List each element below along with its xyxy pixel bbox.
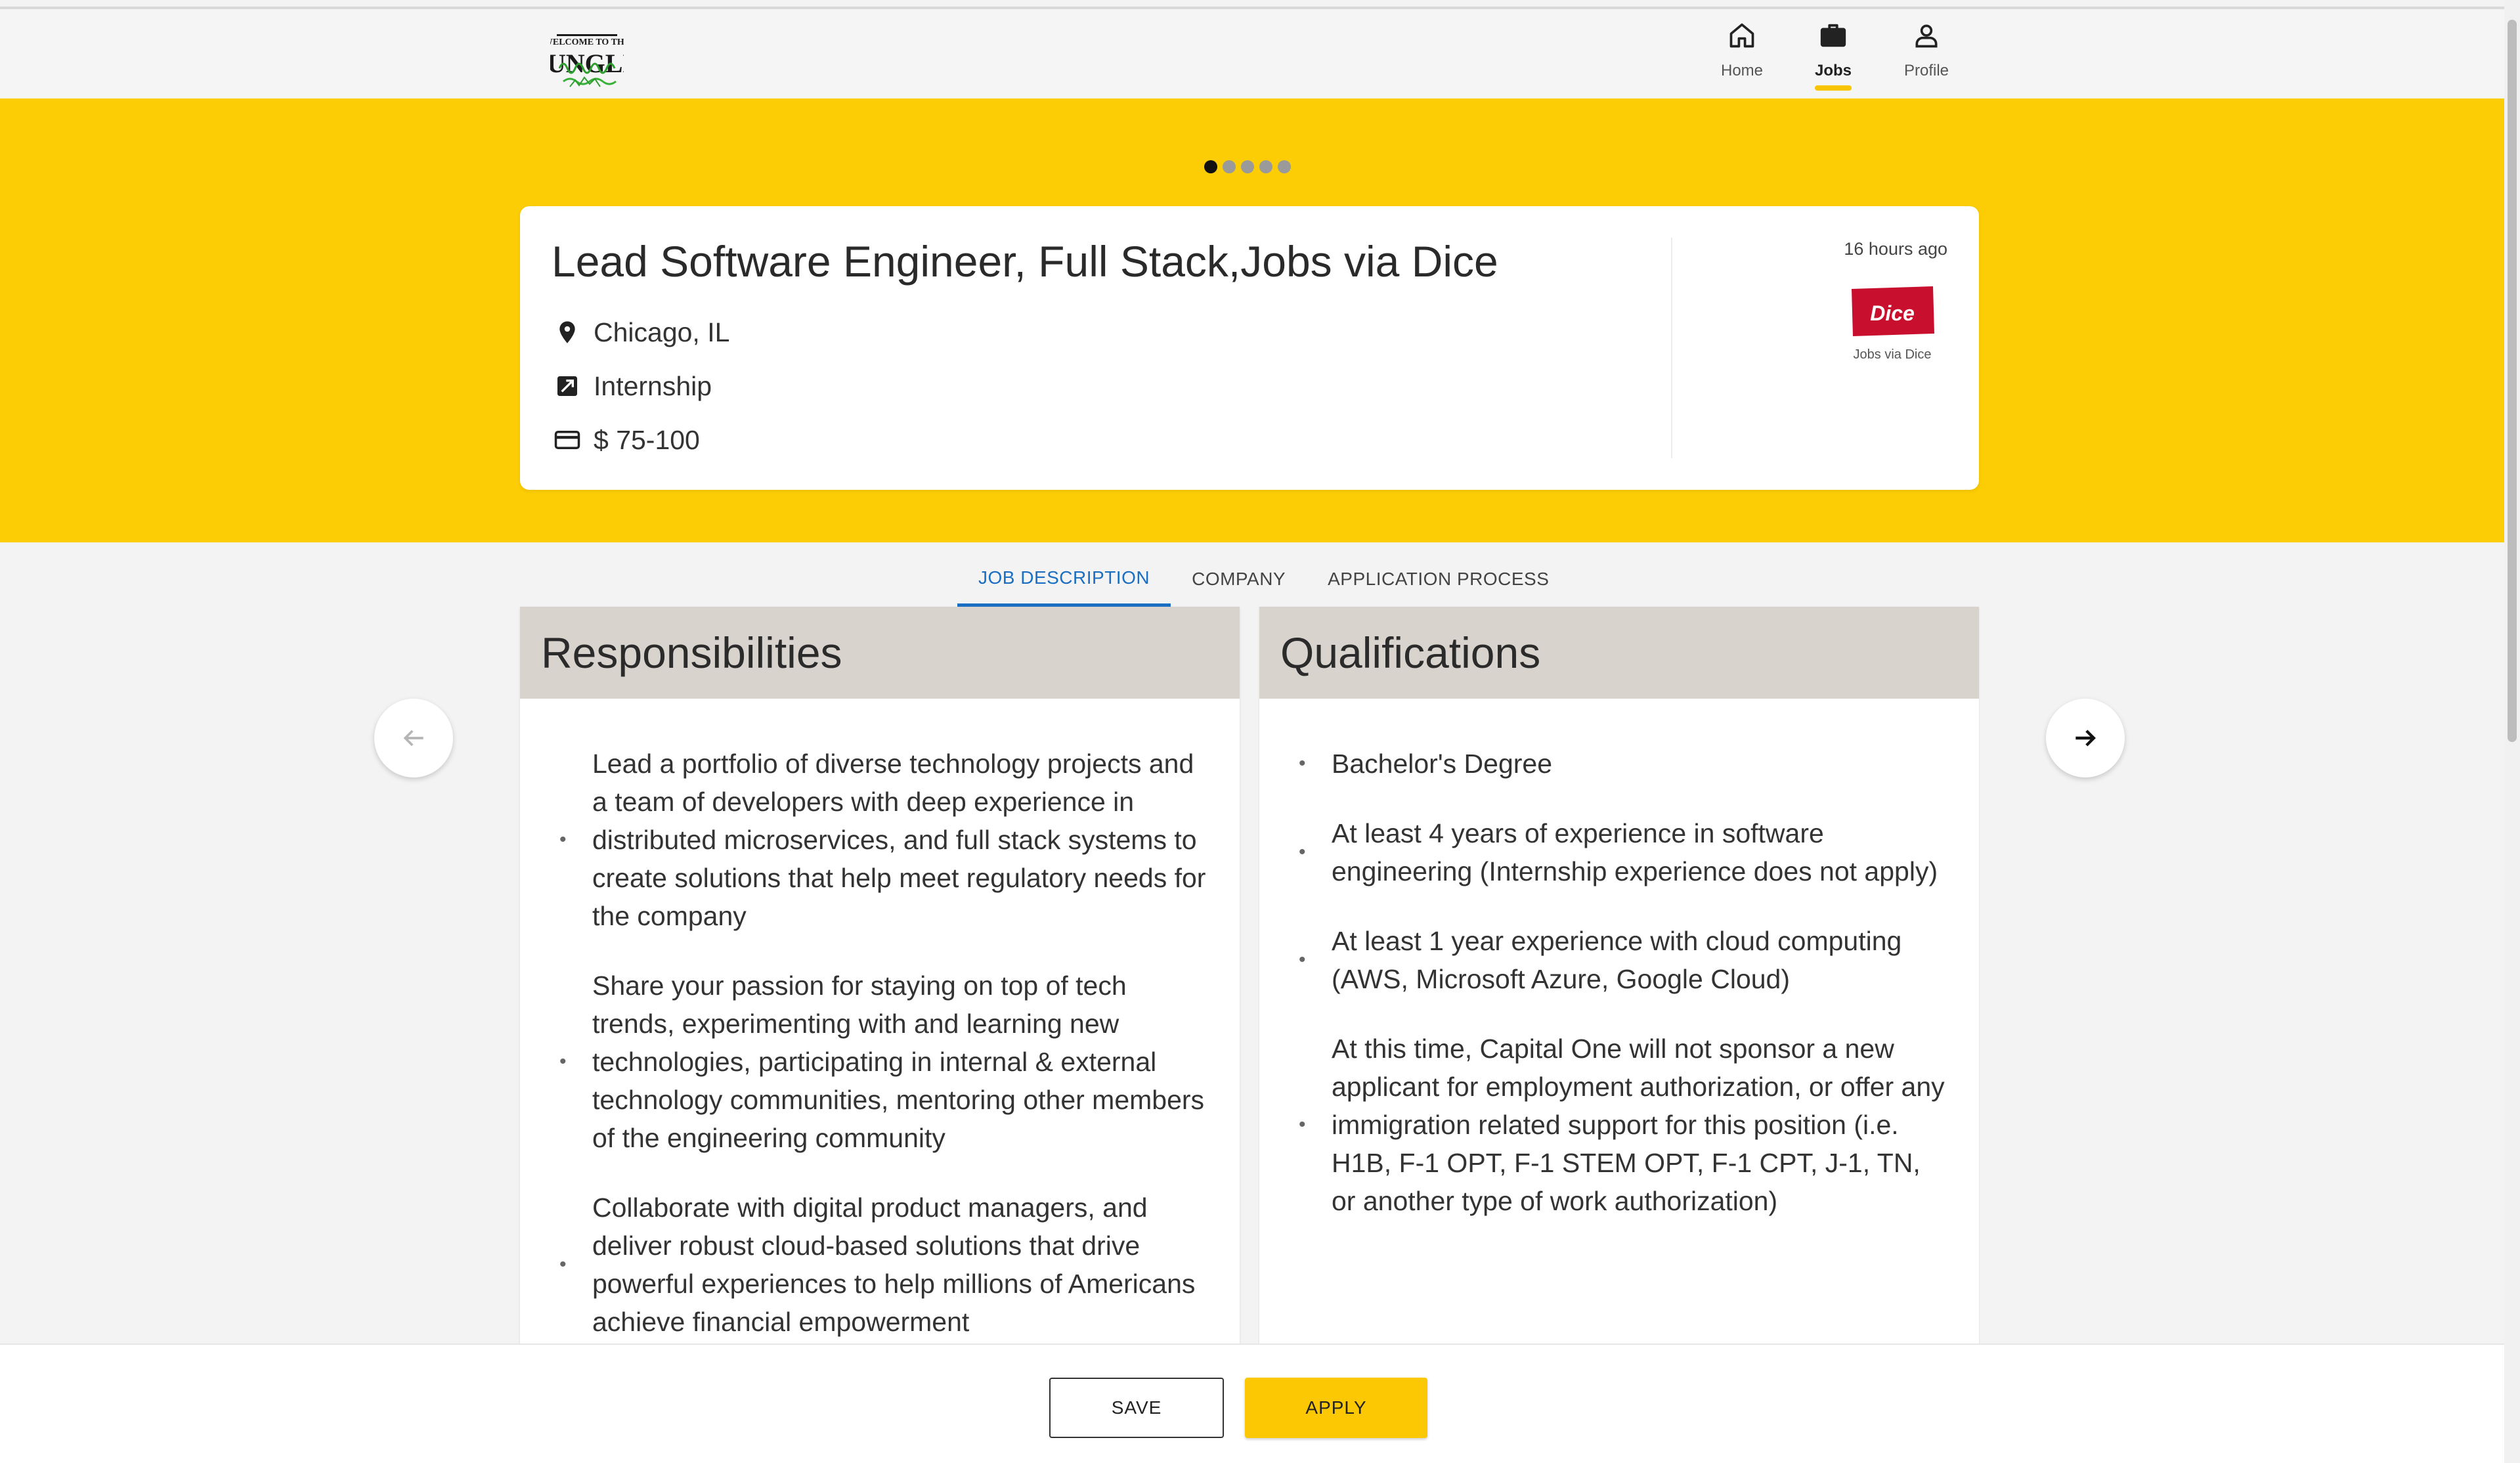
tab-company[interactable]: COMPANY (1171, 552, 1307, 607)
active-nav-indicator (1815, 85, 1852, 91)
job-summary-card: Lead Software Engineer, Full Stack,Jobs … (520, 206, 1979, 490)
nav-jobs-label: Jobs (1814, 62, 1852, 79)
carousel-dot[interactable] (1223, 160, 1236, 173)
svg-text:WELCOME TO THE: WELCOME TO THE (550, 37, 624, 47)
svg-text:Dice: Dice (1870, 301, 1915, 325)
job-location-text: Chicago, IL (594, 317, 730, 347)
list-item: Bachelor's Degree (1259, 745, 1979, 783)
nav-jobs[interactable]: Jobs (1784, 9, 1882, 98)
location-pin-icon (552, 317, 583, 348)
next-button[interactable] (2046, 699, 2125, 777)
list-item: At this time, Capital One will not spons… (1259, 1030, 1979, 1220)
list-item: Share your passion for staying on top of… (520, 967, 1240, 1157)
save-button[interactable]: SAVE (1049, 1378, 1224, 1438)
list-item: Lead a portfolio of diverse technology p… (520, 745, 1240, 935)
posted-time: 16 hours ago (1844, 239, 1947, 259)
company-logo[interactable]: Dice Jobs via Dice (1846, 278, 1938, 364)
tab-application-process[interactable]: APPLICATION PROCESS (1307, 552, 1570, 607)
arrow-left-icon (403, 730, 424, 747)
home-icon (1724, 17, 1760, 54)
carousel-dot[interactable] (1278, 160, 1291, 173)
job-type-icon (552, 370, 583, 402)
job-title: Lead Software Engineer, Full Stack,Jobs … (552, 237, 1498, 286)
site-logo[interactable]: WELCOME TO THE JUNGLE (534, 22, 640, 93)
carousel-dot[interactable] (1259, 160, 1272, 173)
action-bar: SAVE APPLY (0, 1343, 2504, 1463)
briefcase-icon (1815, 17, 1852, 54)
scrollbar[interactable] (2504, 0, 2520, 1463)
list-item: Collaborate with digital product manager… (520, 1189, 1240, 1341)
list-item: At least 1 year experience with cloud co… (1259, 922, 1979, 998)
carousel-dots (1204, 160, 1291, 173)
nav-profile-label: Profile (1903, 62, 1949, 79)
qualifications-panel: Qualifications Bachelor's Degree At leas… (1259, 607, 1979, 1349)
qualifications-header: Qualifications (1259, 607, 1979, 699)
carousel-dot[interactable] (1204, 160, 1217, 173)
job-pay: $ 75-100 (552, 424, 700, 456)
job-type-text: Internship (594, 370, 712, 401)
credit-card-icon (552, 424, 583, 456)
responsibilities-panel: Responsibilities Lead a portfolio of div… (520, 607, 1240, 1349)
tab-job-description[interactable]: JOB DESCRIPTION (957, 552, 1171, 607)
carousel-dot[interactable] (1241, 160, 1254, 173)
scrollbar-thumb[interactable] (2508, 20, 2517, 742)
responsibilities-list: Lead a portfolio of diverse technology p… (520, 745, 1240, 1341)
qualifications-title: Qualifications (1280, 628, 1541, 677)
responsibilities-header: Responsibilities (520, 607, 1240, 699)
responsibilities-title: Responsibilities (541, 628, 842, 677)
job-location: Chicago, IL (552, 317, 729, 348)
arrow-right-icon (2075, 730, 2096, 747)
nav-home-label: Home (1720, 62, 1764, 79)
job-pay-text: $ 75-100 (594, 424, 700, 455)
person-icon (1908, 17, 1945, 54)
nav-profile[interactable]: Profile (1877, 9, 1976, 98)
job-type: Internship (552, 370, 712, 402)
card-divider (1671, 238, 1672, 458)
svg-text:Jobs via Dice: Jobs via Dice (1854, 347, 1932, 362)
page: WELCOME TO THE JUNGLE Home Jobs (0, 0, 2504, 1463)
list-item: At least 4 years of experience in softwa… (1259, 814, 1979, 890)
previous-button[interactable] (374, 699, 453, 777)
apply-button[interactable]: APPLY (1245, 1378, 1427, 1438)
header: WELCOME TO THE JUNGLE Home Jobs (0, 9, 2504, 98)
job-tabs: JOB DESCRIPTION COMPANY APPLICATION PROC… (957, 552, 1570, 607)
nav-home[interactable]: Home (1693, 9, 1791, 98)
qualifications-list: Bachelor's Degree At least 4 years of ex… (1259, 745, 1979, 1220)
